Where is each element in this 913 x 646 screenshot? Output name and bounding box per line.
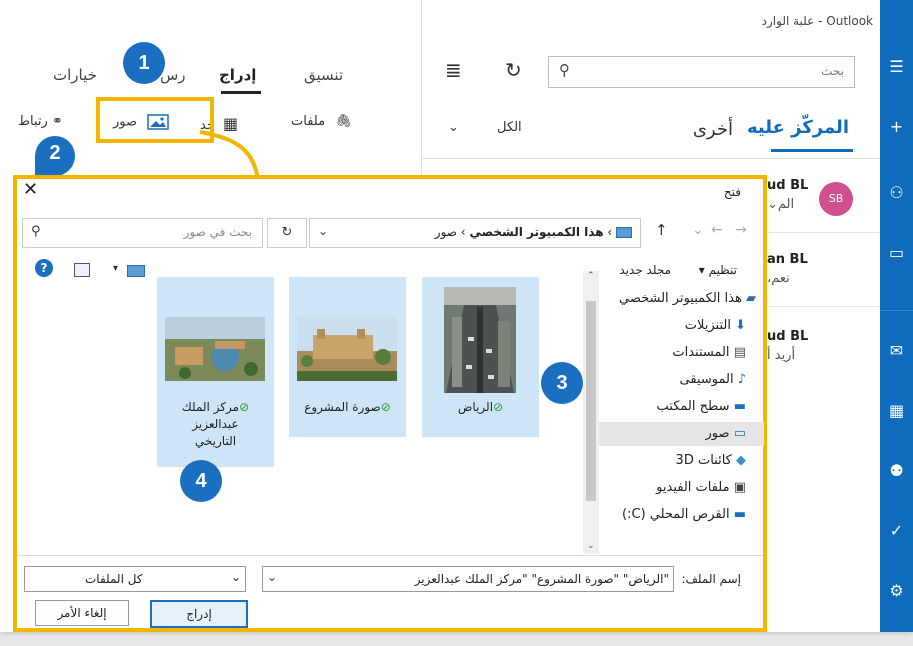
chevron-down-icon: ⌄ — [230, 570, 241, 584]
avatar: SB — [819, 182, 853, 216]
search-placeholder: بحث — [821, 64, 844, 78]
attach-files-label: ملفات — [291, 114, 326, 129]
tree-item-pictures[interactable]: ▭ صور — [599, 422, 764, 446]
paperclip-icon: 🖇 — [335, 114, 352, 129]
file-tile[interactable]: ⊘الرياض — [422, 277, 539, 437]
menu-icon[interactable]: ☰ — [880, 52, 913, 82]
tab-other[interactable]: أخرى — [693, 119, 733, 140]
message-preview: ⌄الم — [767, 197, 795, 212]
window-title: علبة الوارد - Outlook — [761, 14, 873, 28]
navigation-pane: ⌃ ⌄ ▰ هذا الكمبيوتر الشخصي ⬇ التنزيلات ▤… — [583, 271, 764, 554]
tab-format[interactable]: تنسيق — [304, 66, 343, 84]
message-sender[interactable]: ud BL — [767, 178, 808, 193]
insert-tab-underline — [221, 91, 261, 94]
callout-badge-3: 3 — [541, 362, 583, 404]
close-icon[interactable]: ✕ — [23, 179, 38, 200]
filter-dropdown[interactable]: ⌄ الكل — [448, 120, 522, 135]
breadcrumb: › هذا الكمبيوتر الشخصي › صور — [435, 225, 632, 239]
search-icon: ⚲ — [31, 224, 41, 239]
refresh-icon[interactable]: ↻ — [267, 218, 307, 248]
sync-icon[interactable]: ↻ — [505, 58, 522, 82]
tree-item-downloads[interactable]: ⬇ التنزيلات — [589, 314, 764, 338]
focused-tab-underline — [771, 149, 853, 152]
folder-search-placeholder: بحث في صور — [183, 225, 252, 239]
help-icon[interactable]: ? — [35, 259, 53, 277]
new-item-icon[interactable]: + — [880, 112, 913, 142]
app-sidebar: ☰ + ⚇ ▭ ✉ ▦ ⚉ ✓ ⚙ — [880, 0, 913, 632]
message-sender[interactable]: an BL — [767, 252, 808, 267]
file-name: ⊘الرياض — [457, 400, 504, 414]
file-tile[interactable]: ⊘مركز الملك عبدالعزيز التاريخي — [157, 277, 274, 467]
filename-input[interactable]: ⌄ "الرياض" "صورة المشروع" "مركز الملك عب… — [262, 566, 674, 592]
pc-icon — [616, 227, 632, 238]
filetype-select[interactable]: ⌄ كل الملفات — [24, 566, 246, 592]
tree-item-music[interactable]: ♪ الموسيقى — [589, 368, 764, 392]
back-arrow-icon[interactable]: → — [735, 222, 747, 238]
chevron-down-icon: ⌄ — [767, 197, 778, 212]
tree-item-local-disk[interactable]: ▬ القرص المحلي (C:) — [589, 503, 764, 527]
filetype-value: كل الملفات — [85, 572, 143, 586]
chevron-down-icon: ⌄ — [318, 224, 329, 238]
tab-insert[interactable]: إدراج — [219, 66, 256, 84]
recent-locations-icon[interactable]: ⌄ — [692, 222, 704, 238]
insert-button[interactable]: إدراج — [150, 600, 248, 628]
message-preview: أريد أ — [767, 348, 796, 363]
calendar-icon[interactable]: ▦ — [880, 396, 913, 426]
callout-badge-4: 4 — [180, 460, 222, 502]
history-center-thumbnail — [165, 317, 265, 381]
callout-badge-2-label: 2 — [49, 142, 61, 164]
picture-icon — [147, 114, 169, 130]
breadcrumb-pictures[interactable]: صور — [435, 225, 457, 239]
callout-badge-2: 2 — [33, 134, 77, 178]
settings-icon[interactable]: ⚙ — [880, 576, 913, 606]
tree-item-this-pc[interactable]: ▰ هذا الكمبيوتر الشخصي — [589, 287, 764, 311]
breadcrumb-pc[interactable]: هذا الكمبيوتر الشخصي — [469, 225, 603, 239]
message-sender[interactable]: ud BL — [767, 329, 808, 344]
insert-link-button[interactable]: رتباط ⚭ — [18, 114, 63, 129]
filter-list-icon[interactable]: ≣ — [445, 58, 462, 82]
file-tile[interactable]: ⊘صورة المشروع — [289, 277, 406, 437]
insert-pictures-label: صور — [113, 114, 138, 130]
open-file-dialog: فتح ✕ → ← ⌄ ↑ ⌄ › هذا الكمبيوتر الشخصي ›… — [13, 175, 767, 632]
filter-label: الكل — [497, 120, 522, 135]
filename-value: "الرياض" "صورة المشروع" "مركز الملك عبدا… — [414, 572, 669, 586]
preview-pane-icon[interactable] — [74, 263, 90, 277]
link-icon: ⚭ — [51, 114, 63, 129]
people-icon[interactable]: ⚇ — [880, 178, 913, 208]
tree-item-3d-objects[interactable]: ◆ كائنات 3D — [589, 449, 764, 473]
up-arrow-icon[interactable]: ↑ — [655, 221, 668, 239]
search-input[interactable]: ⚲ بحث — [548, 56, 855, 88]
contacts-icon[interactable]: ⚉ — [880, 456, 913, 486]
tasks-icon[interactable]: ✓ — [880, 516, 913, 546]
dialog-title: فتح — [723, 185, 741, 199]
tab-focused[interactable]: المركّز عليه — [747, 117, 849, 138]
forward-arrow-icon[interactable]: ← — [711, 222, 723, 238]
file-name: ⊘مركز الملك عبدالعزيز التاريخي — [181, 400, 250, 448]
address-bar[interactable]: ⌄ › هذا الكمبيوتر الشخصي › صور — [309, 218, 641, 248]
chevron-down-icon: ⌄ — [448, 120, 459, 135]
mail-icon[interactable]: ✉ — [880, 336, 913, 366]
file-name: ⊘صورة المشروع — [304, 400, 391, 414]
cancel-button[interactable]: إلغاء الأمر — [35, 600, 129, 626]
chevron-down-icon: ⌄ — [267, 570, 278, 584]
tab-options[interactable]: خيارات — [53, 66, 97, 84]
tree-item-videos[interactable]: ▣ ملفات الفيديو — [589, 476, 764, 500]
message-preview: نعم، — [767, 271, 790, 286]
tree-item-documents[interactable]: ▤ المستندات — [589, 341, 764, 365]
view-options-icon[interactable] — [127, 265, 145, 277]
attach-files-button[interactable]: ملفات 🖇 — [291, 114, 352, 129]
filename-label: إسم الملف: — [681, 572, 741, 586]
view-dropdown-icon[interactable]: ▾ — [113, 263, 118, 274]
folder-search-input[interactable]: ⚲ بحث في صور — [22, 218, 263, 248]
riyadh-thumbnail — [444, 287, 516, 393]
search-icon: ⚲ — [559, 61, 570, 79]
project-thumbnail — [297, 317, 397, 381]
insert-pictures-button[interactable]: صور — [113, 114, 169, 130]
tree-item-desktop[interactable]: ▬ سطح المكتب — [589, 395, 764, 419]
callout-badge-1: 1 — [123, 42, 165, 84]
folder-icon[interactable]: ▭ — [880, 238, 913, 268]
insert-link-label: رتباط — [18, 114, 48, 129]
